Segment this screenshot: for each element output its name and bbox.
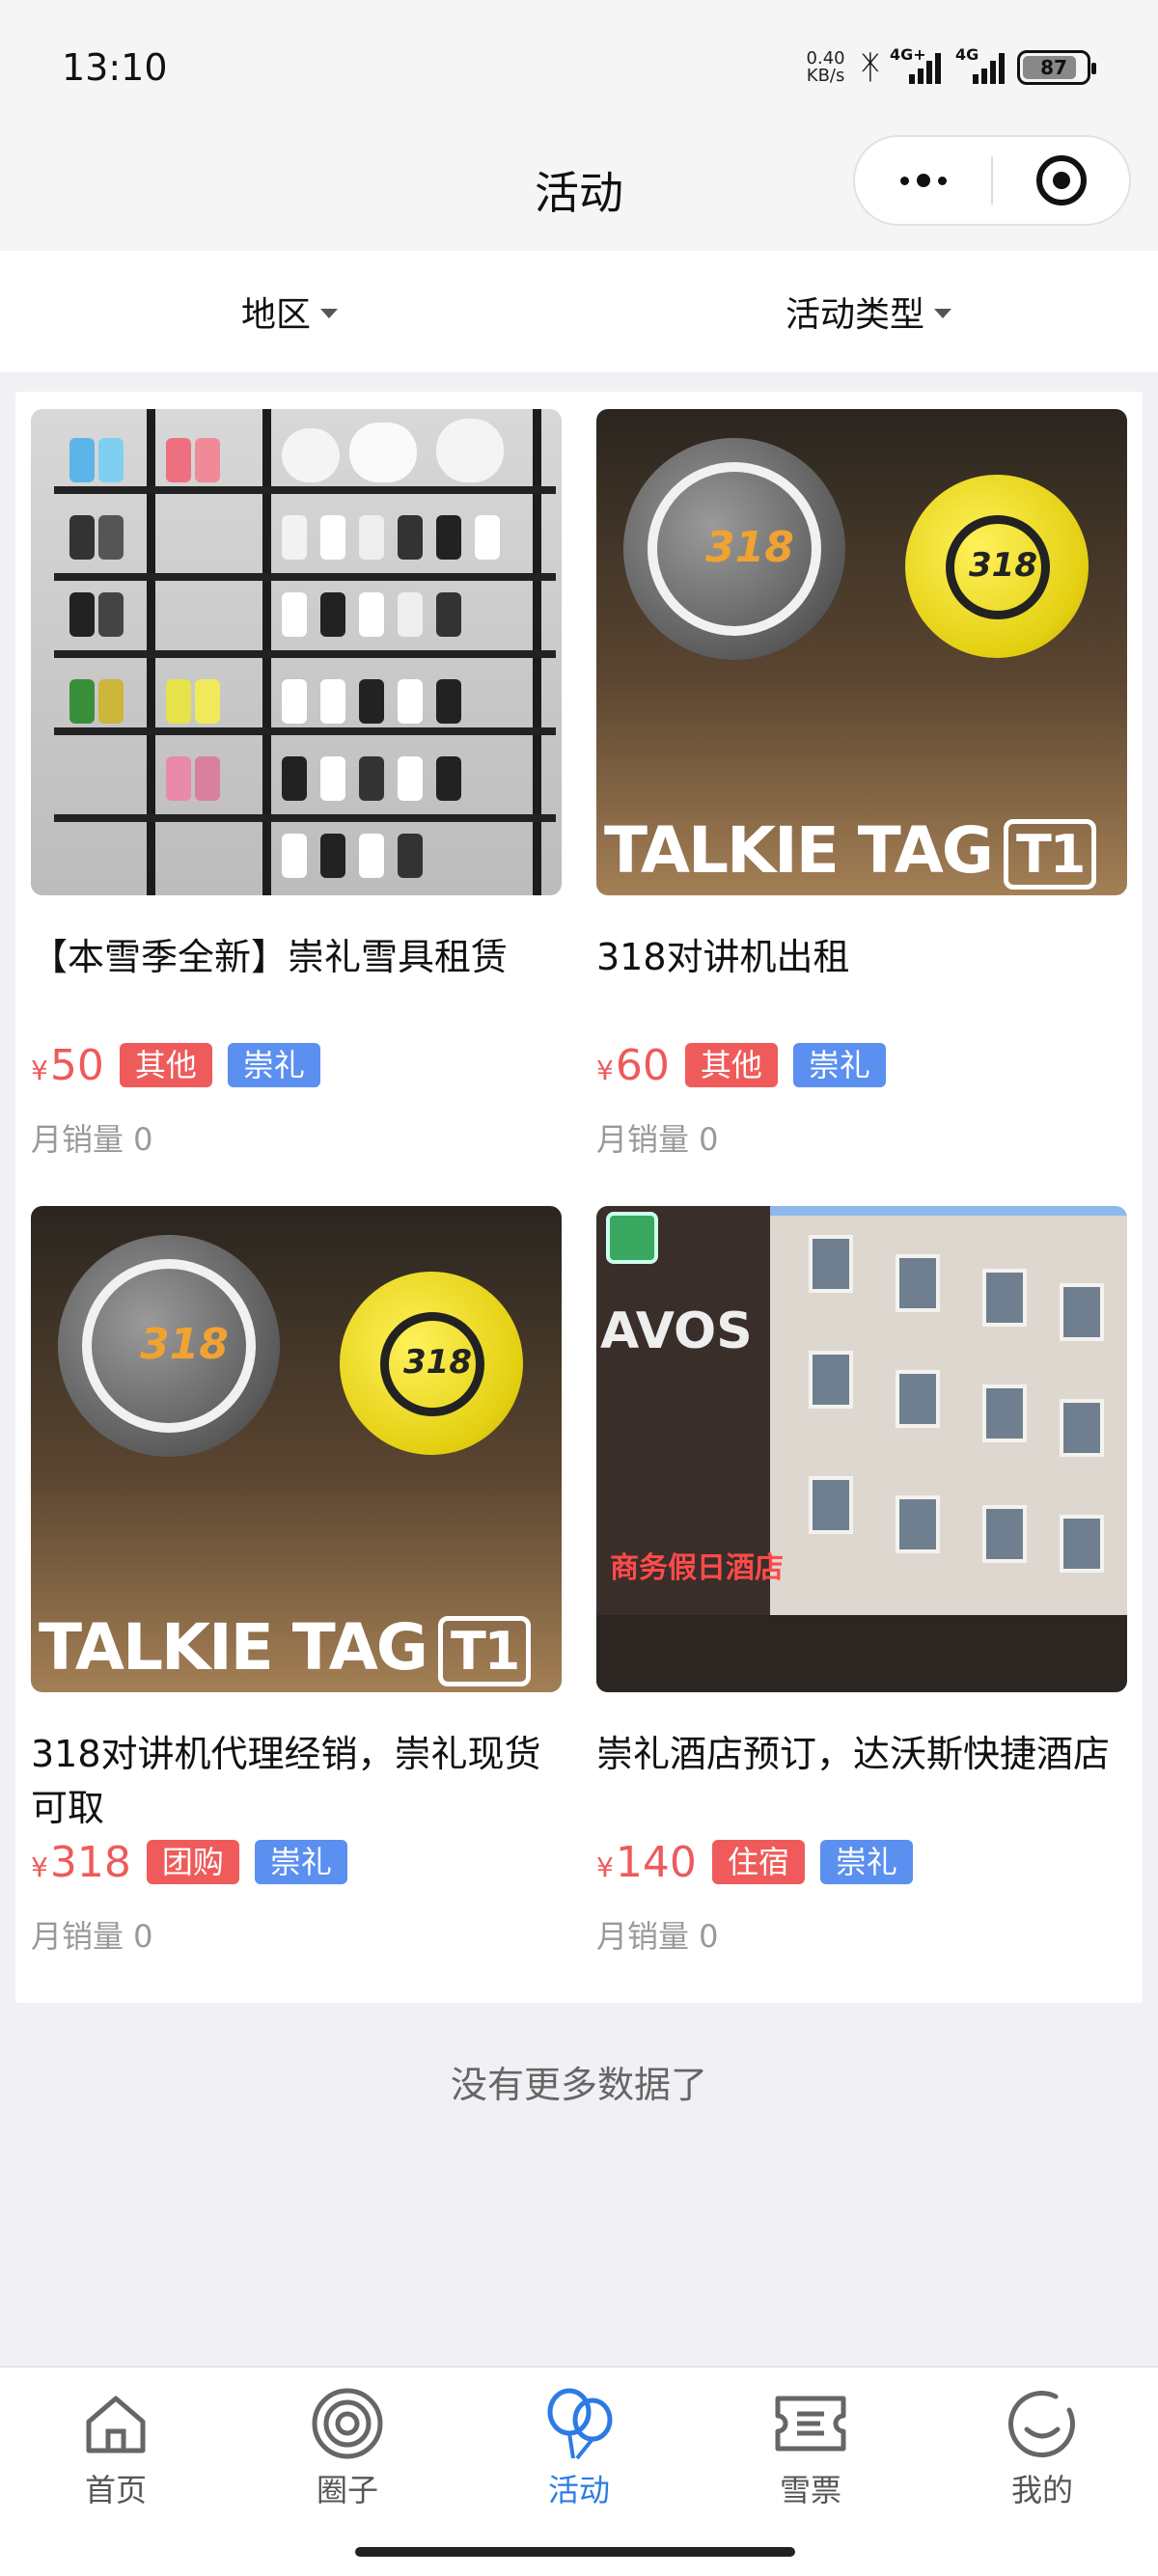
more-dots-icon: [899, 174, 947, 187]
signal-label: 4G+: [890, 45, 926, 64]
product-card[interactable]: 318 318 TALKIE TAG T1 318对讲机代理经销，崇礼现货可取 ¥…: [31, 1206, 562, 1985]
price-row: ¥60 其他 崇礼: [596, 1038, 1127, 1092]
close-miniprogram-button[interactable]: [993, 137, 1129, 224]
signal-icon: 4G+: [890, 45, 946, 84]
product-title: 崇礼酒店预订，达沃斯快捷酒店: [596, 1733, 1111, 1775]
no-more-data: 没有更多数据了: [450, 2064, 707, 2106]
status-icons: 0.40 KB/s ᛡ 4G+ 4G 87: [801, 45, 1096, 89]
product-card[interactable]: AVOS 商务假日酒店 崇礼酒店预订，达沃斯快捷酒店 ¥140 住宿 崇礼 月销…: [596, 1206, 1127, 1985]
hotel-sign: 商务假日酒店: [610, 1551, 784, 1585]
filter-bar: 地区 活动类型: [0, 251, 1158, 372]
battery-level: 87: [1040, 56, 1067, 79]
product-title: 318对讲机代理经销，崇礼现货可取: [31, 1733, 541, 1829]
circle-icon: [312, 2388, 383, 2459]
product-title: 【本雪季全新】崇礼雪具租赁: [31, 936, 509, 978]
tab-profile[interactable]: 我的: [926, 2368, 1158, 2576]
filter-activity-type[interactable]: 活动类型: [579, 251, 1158, 372]
monthly-sales: 月销量 0: [31, 1918, 153, 1955]
product-image-ski-shop: [31, 409, 562, 895]
target-icon: [1035, 155, 1087, 206]
product-grid: 【本雪季全新】崇礼雪具租赁 ¥50 其他 崇礼 月销量 0 318 318 TA…: [15, 392, 1143, 2003]
location-badge: 崇礼: [792, 1043, 886, 1087]
image-text: TALKIE TAG T1: [604, 813, 1097, 890]
product-price: ¥318: [31, 1837, 131, 1887]
signal-icon-2: 4G: [955, 45, 1007, 84]
image-text: AVOS: [600, 1302, 753, 1360]
page: 13:10 0.40 KB/s ᛡ 4G+ 4G 87 活动 地区 活动类型 【…: [0, 0, 1158, 2576]
status-time: 13:10: [62, 46, 168, 89]
monthly-sales: 月销量 0: [596, 1918, 719, 1955]
tab-ticket[interactable]: 雪票: [695, 2368, 926, 2576]
product-card[interactable]: 【本雪季全新】崇礼雪具租赁 ¥50 其他 崇礼 月销量 0: [31, 409, 562, 1188]
tab-activity[interactable]: 活动: [463, 2368, 695, 2576]
more-button[interactable]: [855, 137, 991, 224]
category-badge: 团购: [146, 1840, 239, 1884]
net-speed: 0.40 KB/s: [801, 50, 851, 85]
product-image-hotel: AVOS 商务假日酒店: [596, 1206, 1127, 1692]
tab-label: 我的: [1010, 2472, 1073, 2508]
balloon-icon: [547, 2388, 613, 2460]
product-price: ¥50: [31, 1040, 104, 1090]
product-price: ¥140: [596, 1837, 697, 1887]
location-badge: 崇礼: [254, 1840, 347, 1884]
caret-down-icon: [934, 309, 951, 318]
tab-label: 首页: [84, 2472, 147, 2508]
tab-label: 活动: [547, 2472, 610, 2508]
product-price: ¥60: [596, 1040, 670, 1090]
bluetooth-icon: ᛡ: [860, 48, 880, 87]
miniprogram-capsule: [853, 135, 1131, 226]
category-badge: 其他: [684, 1043, 778, 1087]
price-row: ¥50 其他 崇礼: [31, 1038, 562, 1092]
ticket-icon: [775, 2396, 846, 2452]
monthly-sales: 月销量 0: [596, 1121, 719, 1158]
caret-down-icon: [320, 309, 338, 318]
tab-circle[interactable]: 圈子: [232, 2368, 463, 2576]
category-badge: 住宿: [711, 1840, 805, 1884]
category-badge: 其他: [119, 1043, 212, 1087]
filter-region-label: 地区: [240, 295, 311, 335]
tab-home[interactable]: 首页: [0, 2368, 232, 2576]
location-badge: 崇礼: [227, 1043, 320, 1087]
hotel-logo-icon: [606, 1212, 658, 1264]
image-text: TALKIE TAG T1: [39, 1610, 532, 1686]
tab-label: 圈子: [316, 2472, 378, 2508]
net-speed-unit: KB/s: [806, 66, 845, 86]
bottom-tab-bar: 首页 圈子 活动 雪票 我的: [0, 2366, 1158, 2576]
tab-label: 雪票: [779, 2472, 841, 2508]
nav-header: 活动: [0, 135, 1158, 251]
signal-label-2: 4G: [955, 45, 979, 64]
status-bar: 13:10 0.40 KB/s ᛡ 4G+ 4G 87: [0, 0, 1158, 135]
location-badge: 崇礼: [819, 1840, 913, 1884]
filter-type-label: 活动类型: [785, 295, 924, 335]
product-image-talkie-tag: 318 318 TALKIE TAG T1: [31, 1206, 562, 1692]
product-card[interactable]: 318 318 TALKIE TAG T1 318对讲机出租 ¥60 其他 崇礼 …: [596, 409, 1127, 1188]
product-image-talkie-tag: 318 318 TALKIE TAG T1: [596, 409, 1127, 895]
filter-region[interactable]: 地区: [0, 251, 579, 372]
monthly-sales: 月销量 0: [31, 1121, 153, 1158]
price-row: ¥140 住宿 崇礼: [596, 1835, 1127, 1889]
battery-icon: 87: [1017, 50, 1096, 85]
home-indicator: [355, 2547, 795, 2557]
price-row: ¥318 团购 崇礼: [31, 1835, 562, 1889]
product-title: 318对讲机出租: [596, 936, 850, 978]
profile-icon: [1007, 2391, 1075, 2458]
home-icon: [86, 2396, 146, 2453]
